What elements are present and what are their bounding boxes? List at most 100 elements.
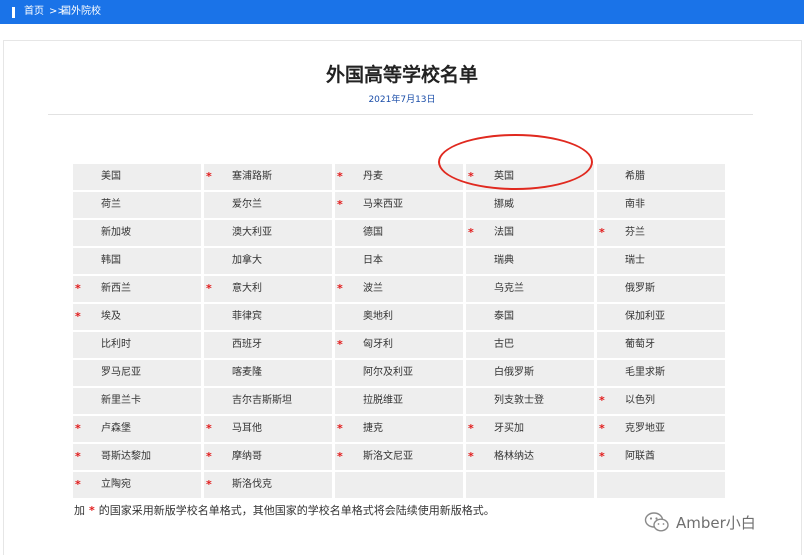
country-name-link[interactable]: 菲律宾 xyxy=(232,304,262,330)
country-name-link[interactable]: 以色列 xyxy=(625,388,655,414)
country-cell: * 摩纳哥 xyxy=(204,444,332,470)
country-cell: * 斯洛文尼亚 xyxy=(335,444,463,470)
country-name-link[interactable]: 哥斯达黎加 xyxy=(101,444,151,470)
country-name-link[interactable]: 克罗地亚 xyxy=(625,416,665,442)
country-cell: 加拿大 xyxy=(204,248,332,274)
country-name-link[interactable]: 新里兰卡 xyxy=(101,388,141,414)
country-name-link[interactable]: 南非 xyxy=(625,192,645,218)
country-name-link[interactable]: 阿尔及利亚 xyxy=(363,360,413,386)
country-cell: * 牙买加 xyxy=(466,416,594,442)
country-cell: * 马来西亚 xyxy=(335,192,463,218)
country-name-link[interactable]: 澳大利亚 xyxy=(232,220,272,246)
country-name-link[interactable]: 德国 xyxy=(363,220,383,246)
country-cell: 阿尔及利亚 xyxy=(335,360,463,386)
country-cell: * 哥斯达黎加 xyxy=(73,444,201,470)
country-name-link[interactable]: 乌克兰 xyxy=(494,276,524,302)
new-format-star: * xyxy=(75,450,81,463)
country-cell: 葡萄牙 xyxy=(597,332,725,358)
breadcrumb-current-link[interactable]: 国外院校 xyxy=(61,5,101,19)
footnote-star: * xyxy=(89,504,95,517)
country-cell: 爱尔兰 xyxy=(204,192,332,218)
country-cell: 南非 xyxy=(597,192,725,218)
country-name-link[interactable]: 瑞士 xyxy=(625,248,645,274)
new-format-star: * xyxy=(599,394,605,407)
breadcrumb-home-link[interactable]: 首页 xyxy=(24,5,44,19)
country-name-link[interactable]: 斯洛伐克 xyxy=(232,472,272,498)
country-name-link[interactable]: 摩纳哥 xyxy=(232,444,262,470)
country-name-link[interactable]: 塞浦路斯 xyxy=(232,164,272,190)
country-name-link[interactable]: 奥地利 xyxy=(363,304,393,330)
new-format-star: * xyxy=(75,310,81,323)
new-format-star: * xyxy=(468,226,474,239)
new-format-star: * xyxy=(206,282,212,295)
wechat-icon xyxy=(644,511,670,533)
country-name-link[interactable]: 格林纳达 xyxy=(494,444,534,470)
country-cell: 荷兰 xyxy=(73,192,201,218)
country-name-link[interactable]: 芬兰 xyxy=(625,220,645,246)
country-name-link[interactable]: 埃及 xyxy=(101,304,121,330)
country-cell: * 斯洛伐克 xyxy=(204,472,332,498)
country-name-link[interactable]: 波兰 xyxy=(363,276,383,302)
country-name-link[interactable]: 荷兰 xyxy=(101,192,121,218)
country-cell: 德国 xyxy=(335,220,463,246)
country-name-link[interactable]: 卢森堡 xyxy=(101,416,131,442)
country-name-link[interactable]: 俄罗斯 xyxy=(625,276,655,302)
country-name-link[interactable]: 瑞典 xyxy=(494,248,514,274)
country-name-link[interactable]: 新西兰 xyxy=(101,276,131,302)
country-name-link[interactable]: 牙买加 xyxy=(494,416,524,442)
country-cell: * 波兰 xyxy=(335,276,463,302)
country-cell: * 捷克 xyxy=(335,416,463,442)
footnote-prefix: 加 xyxy=(74,504,85,517)
country-cell: 澳大利亚 xyxy=(204,220,332,246)
country-name-link[interactable]: 罗马尼亚 xyxy=(101,360,141,386)
country-name-link[interactable]: 泰国 xyxy=(494,304,514,330)
country-name-link[interactable]: 喀麦隆 xyxy=(232,360,262,386)
country-name-link[interactable]: 加拿大 xyxy=(232,248,262,274)
country-name-link[interactable]: 立陶宛 xyxy=(101,472,131,498)
country-name-link[interactable]: 丹麦 xyxy=(363,164,383,190)
country-cell: * 卢森堡 xyxy=(73,416,201,442)
country-cell: 西班牙 xyxy=(204,332,332,358)
country-name-link[interactable]: 法国 xyxy=(494,220,514,246)
country-name-link[interactable]: 美国 xyxy=(101,164,121,190)
country-name-link[interactable]: 日本 xyxy=(363,248,383,274)
country-name-link[interactable]: 拉脱维亚 xyxy=(363,388,403,414)
country-name-link[interactable]: 希腊 xyxy=(625,164,645,190)
country-cell: 奥地利 xyxy=(335,304,463,330)
country-cell: 新加坡 xyxy=(73,220,201,246)
country-name-link[interactable]: 毛里求斯 xyxy=(625,360,665,386)
country-name-link[interactable]: 挪威 xyxy=(494,192,514,218)
new-format-star: * xyxy=(206,170,212,183)
country-name-link[interactable]: 匈牙利 xyxy=(363,332,393,358)
new-format-star: * xyxy=(206,450,212,463)
country-name-link[interactable]: 古巴 xyxy=(494,332,514,358)
country-name-link[interactable]: 吉尔吉斯斯坦 xyxy=(232,388,292,414)
country-cell: * 格林纳达 xyxy=(466,444,594,470)
country-cell: * 以色列 xyxy=(597,388,725,414)
country-name-link[interactable]: 新加坡 xyxy=(101,220,131,246)
country-name-link[interactable]: 葡萄牙 xyxy=(625,332,655,358)
country-name-link[interactable]: 马来西亚 xyxy=(363,192,403,218)
country-cell: 瑞典 xyxy=(466,248,594,274)
country-cell: 拉脱维亚 xyxy=(335,388,463,414)
country-name-link[interactable]: 捷克 xyxy=(363,416,383,442)
country-cell: * 塞浦路斯 xyxy=(204,164,332,190)
country-cell: 喀麦隆 xyxy=(204,360,332,386)
page-title: 外国高等学校名单 xyxy=(325,64,478,86)
country-name-link[interactable]: 爱尔兰 xyxy=(232,192,262,218)
country-name-link[interactable]: 意大利 xyxy=(232,276,262,302)
country-name-link[interactable]: 韩国 xyxy=(101,248,121,274)
country-cell: 比利时 xyxy=(73,332,201,358)
country-name-link[interactable]: 比利时 xyxy=(101,332,131,358)
country-name-link[interactable]: 斯洛文尼亚 xyxy=(363,444,413,470)
country-name-link[interactable]: 马耳他 xyxy=(232,416,262,442)
country-name-link[interactable]: 西班牙 xyxy=(232,332,262,358)
new-format-star: * xyxy=(599,226,605,239)
country-cell: * 立陶宛 xyxy=(73,472,201,498)
breadcrumb-marker xyxy=(12,7,15,18)
country-name-link[interactable]: 保加利亚 xyxy=(625,304,665,330)
country-cell: 白俄罗斯 xyxy=(466,360,594,386)
country-name-link[interactable]: 白俄罗斯 xyxy=(494,360,534,386)
country-name-link[interactable]: 阿联酋 xyxy=(625,444,655,470)
country-name-link[interactable]: 列支敦士登 xyxy=(494,388,544,414)
